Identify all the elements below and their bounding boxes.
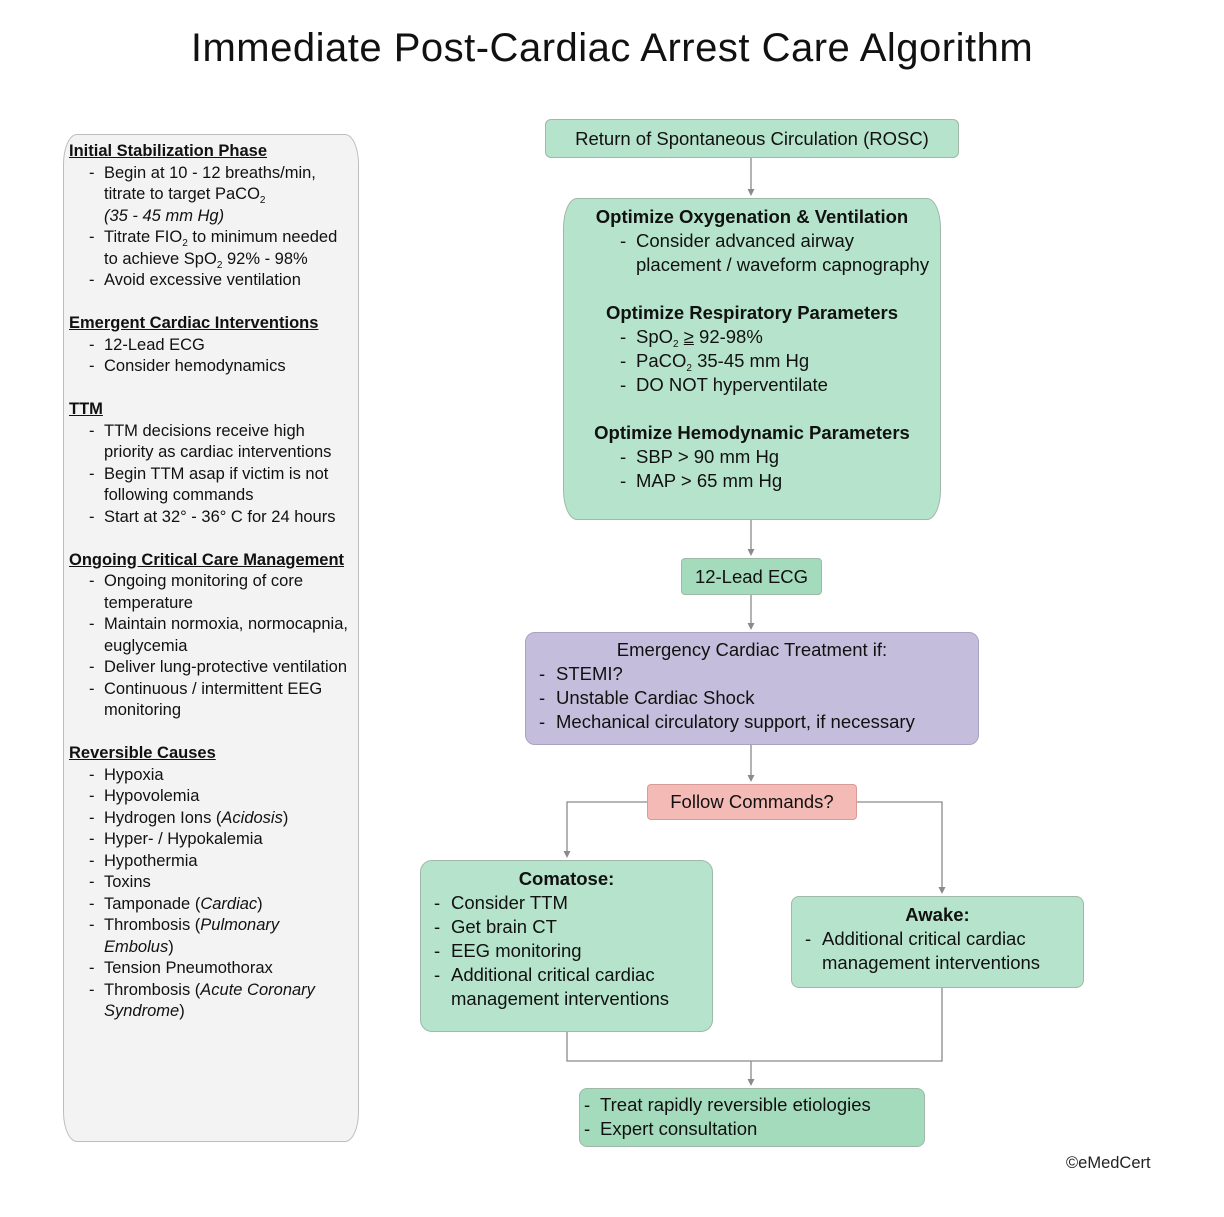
arrowhead <box>747 775 755 782</box>
list-item: Tension Pneumothorax <box>69 958 358 980</box>
arrowhead <box>747 189 755 196</box>
list-item: Toxins <box>69 872 358 894</box>
list-item: Expert consultation <box>580 1117 924 1141</box>
section-emergent-cardiac: Emergent Cardiac Interventions 12-Lead E… <box>69 313 358 378</box>
list-item: Hydrogen Ions (Acidosis) <box>69 808 358 830</box>
list-item: Hypovolemia <box>69 786 358 808</box>
list-item: Continuous / intermittent EEG monitoring <box>69 679 358 722</box>
list-item: Start at 32° - 36° C for 24 hours <box>69 507 358 529</box>
list-item: PaCO2 35-45 mm Hg <box>564 349 940 374</box>
list-item: Deliver lung-protective ventilation <box>69 657 358 679</box>
sidebar-panel: Initial Stabilization Phase Begin at 10 … <box>63 134 359 1142</box>
arrowhead <box>747 623 755 630</box>
list-item: SpO2 ≥ 92-98% <box>564 325 940 350</box>
arrowhead <box>563 851 571 858</box>
oxygenation-heading: Optimize Oxygenation & Ventilation <box>595 206 909 227</box>
respiratory-heading: Optimize Respiratory Parameters <box>605 302 898 323</box>
section-heading: Ongoing Critical Care Management <box>69 550 345 569</box>
comatose-box: Comatose: Consider TTM Get brain CT EEG … <box>420 860 713 1032</box>
section-ttm: TTM TTM decisions receive high priority … <box>69 399 358 528</box>
section-reversible-causes: Reversible Causes Hypoxia Hypovolemia Hy… <box>69 743 358 1023</box>
arrowhead <box>747 549 755 556</box>
connector-decision-awake <box>857 801 943 888</box>
list-item: MAP > 65 mm Hg <box>564 469 940 493</box>
hemodynamic-heading: Optimize Hemodynamic Parameters <box>594 422 910 443</box>
list-item: SBP > 90 mm Hg <box>564 445 940 469</box>
awake-box: Awake: Additional critical cardiac manag… <box>791 896 1084 988</box>
list-item: Hyper- / Hypokalemia <box>69 829 358 851</box>
emergency-heading: Emergency Cardiac Treatment if: <box>616 639 888 660</box>
page-title: Immediate Post-Cardiac Arrest Care Algor… <box>190 26 1034 70</box>
list-item: Maintain normoxia, normocapnia, euglycem… <box>69 614 358 657</box>
list-item: DO NOT hyperventilate <box>564 373 940 397</box>
arrowhead <box>747 1079 755 1086</box>
arrowhead <box>938 887 946 894</box>
list-item: Treat rapidly reversible etiologies <box>580 1093 924 1117</box>
emergency-treatment-box: Emergency Cardiac Treatment if: STEMI? U… <box>525 632 979 745</box>
section-heading: Reversible Causes <box>69 744 216 762</box>
list-item: Additional critical cardiac management i… <box>421 963 712 1011</box>
list-item: Ongoing monitoring of core temperature <box>69 571 358 614</box>
awake-heading: Awake: <box>905 904 970 925</box>
list-item: Thrombosis (Acute Coronary Syndrome) <box>69 980 358 1023</box>
list-item: Begin TTM asap if victim is not followin… <box>69 464 358 507</box>
list-item: Thrombosis (Pulmonary Embolus) <box>69 915 358 958</box>
list-item: Consider advanced airway placement / wav… <box>564 229 940 277</box>
list-item: Tamponade (Cardiac) <box>69 894 358 916</box>
rosc-box: Return of Spontaneous Circulation (ROSC) <box>545 119 959 158</box>
optimize-box: Optimize Oxygenation & Ventilation Consi… <box>563 198 941 520</box>
ecg-box: 12-Lead ECG <box>681 558 822 595</box>
list-item: Consider TTM <box>421 891 712 915</box>
section-initial-stabilization: Initial Stabilization Phase Begin at 10 … <box>69 141 358 292</box>
list-item: Titrate FIO2 to minimum needed to achiev… <box>69 227 358 270</box>
list-item: Hypoxia <box>69 765 358 787</box>
section-heading: Initial Stabilization Phase <box>69 142 268 160</box>
list-item: Hypothermia <box>69 851 358 873</box>
list-item: Consider hemodynamics <box>69 356 358 378</box>
final-actions-box: Treat rapidly reversible etiologies Expe… <box>579 1088 925 1147</box>
section-heading: Emergent Cardiac Interventions <box>69 314 319 332</box>
comatose-heading: Comatose: <box>518 868 615 889</box>
list-item: Unstable Cardiac Shock <box>526 686 978 710</box>
list-item: EEG monitoring <box>421 939 712 963</box>
list-item: STEMI? <box>526 662 978 686</box>
list-item: TTM decisions receive high priority as c… <box>69 421 358 464</box>
list-item: Begin at 10 - 12 breaths/min, titrate to… <box>69 163 358 228</box>
section-ongoing-care: Ongoing Critical Care Management Ongoing… <box>69 550 358 722</box>
copyright-text: ©eMedCert <box>1066 1154 1151 1172</box>
list-item: Additional critical cardiac management i… <box>792 927 1083 975</box>
follow-commands-decision: Follow Commands? <box>647 784 857 820</box>
section-heading: TTM <box>69 400 103 418</box>
list-item: 12-Lead ECG <box>69 335 358 357</box>
connector-decision-comatose <box>566 801 647 852</box>
list-item: Get brain CT <box>421 915 712 939</box>
list-item: Avoid excessive ventilation <box>69 270 358 292</box>
list-item: Mechanical circulatory support, if neces… <box>526 710 978 734</box>
